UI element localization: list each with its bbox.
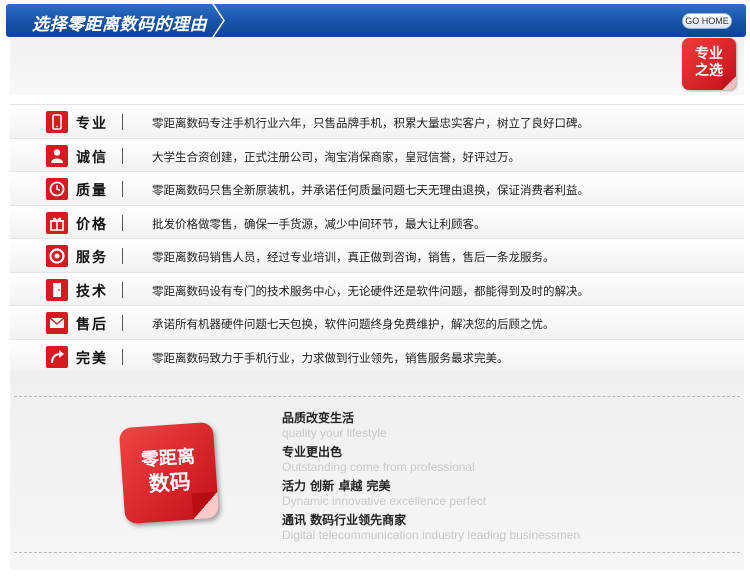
header-chevron-icon	[212, 4, 225, 37]
slogan-cn: 专业更出色	[282, 445, 343, 459]
slogan-cn: 通讯 数码行业领先商家	[282, 513, 407, 527]
reason-desc: 承诺所有机器硬件问题七天包换，软件问题终身免费维护，解决您的后顾之忧。	[152, 317, 555, 331]
reason-label: 质量	[76, 183, 108, 199]
door-icon	[46, 278, 68, 301]
list-item: 技术 零距离数码设有专门的技术服务中心，无论硬件还是软件问题，都能得到及时的解决…	[10, 271, 744, 305]
reason-label: 价格	[76, 216, 108, 233]
reason-desc: 零距离数码销售人员，经过专业培训，真正做到咨询，销售，售后一条龙服务。	[152, 250, 555, 264]
divider	[122, 348, 123, 365]
badge-line1: 专业	[695, 46, 723, 62]
reason-desc: 零距离数码专注手机行业六年，只售品牌手机，积累大量忠实客户，树立了良好口碑。	[152, 116, 589, 130]
brand-logo: 零距离 数码	[118, 421, 220, 525]
header-bar: 选择零距离数码的理由 GO HOME	[6, 4, 746, 37]
page-title: 选择零距离数码的理由	[32, 15, 207, 35]
slogan-item: 品质改变生活 quality your lifestyle	[282, 410, 722, 444]
divider	[122, 214, 123, 231]
clock-icon	[46, 178, 68, 200]
slogan-list: 品质改变生活 quality your lifestyle 专业更出色 Outs…	[282, 410, 722, 546]
gift-icon	[46, 211, 68, 234]
divider	[122, 281, 123, 298]
choice-badge: 专业 之选	[682, 38, 736, 90]
reason-label: 技术	[76, 283, 108, 300]
top-panel	[10, 37, 744, 95]
dashed-divider	[14, 552, 740, 553]
list-item: 质量 零距离数码只售全新原装机，并承诺任何质量问题七天无理由退换，保证消费者利益…	[10, 171, 744, 205]
slogan-en: Digital telecommunication industry leadi…	[282, 528, 581, 542]
divider	[122, 315, 123, 331]
badge-line2: 之选	[695, 63, 723, 79]
slogan-en: quality your lifestyle	[282, 426, 387, 440]
dashed-divider	[14, 396, 740, 397]
list-item: 售后 承诺所有机器硬件问题七天包换，软件问题终身免费维护，解决您的后顾之忧。	[10, 305, 744, 339]
go-home-button[interactable]: GO HOME	[682, 13, 732, 29]
reason-desc: 大学生合资创建，正式注册公司，淘宝消保商家，皇冠信誉，好评过万。	[152, 149, 520, 164]
slogan-cn: 品质改变生活	[282, 411, 355, 425]
mail-icon	[46, 312, 68, 334]
reason-desc: 批发价格做零售，确保一手货源，减少中间环节，最大让利顾客。	[152, 216, 486, 231]
slogan-cn: 活力 创新 卓越 完美	[282, 479, 391, 493]
list-item: 服务 零距离数码销售人员，经过专业培训，真正做到咨询，销售，售后一条龙服务。	[10, 238, 744, 272]
list-item: 诚信 大学生合资创建，正式注册公司，淘宝消保商家，皇冠信誉，好评过万。	[10, 137, 744, 171]
reason-desc: 零距离数码设有专门的技术服务中心，无论硬件还是软件问题，都能得到及时的解决。	[152, 283, 589, 298]
divider	[122, 248, 123, 264]
reasons-list: 专业 零距离数码专注手机行业六年，只售品牌手机，积累大量忠实客户，树立了良好口碑…	[10, 104, 744, 372]
reason-desc: 零距离数码只售全新原装机，并承诺任何质量问题七天无理由退换，保证消费者利益。	[152, 183, 589, 197]
phone-icon	[46, 111, 68, 133]
divider	[122, 114, 123, 130]
slogan-en: Dynamic innovative excellence perfect	[282, 494, 487, 508]
reason-label: 诚信	[76, 149, 108, 166]
list-item: 价格 批发价格做零售，确保一手货源，减少中间环节，最大让利顾客。	[10, 204, 744, 238]
reason-desc: 零距离数码致力于手机行业，力求做到行业领先，销售服务最求完美。	[152, 350, 509, 365]
badge-page-curl	[722, 76, 736, 90]
reason-label: 服务	[76, 250, 108, 266]
lifebuoy-icon	[46, 245, 68, 267]
divider	[122, 147, 123, 164]
reason-label: 专业	[76, 116, 108, 132]
list-item: 完美 零距离数码致力于手机行业，力求做到行业领先，销售服务最求完美。	[10, 338, 744, 372]
reason-label: 售后	[76, 317, 108, 333]
divider	[122, 181, 123, 197]
slogan-item: 通讯 数码行业领先商家 Digital telecommunication in…	[282, 512, 722, 546]
reason-label: 完美	[76, 350, 108, 367]
person-icon	[46, 144, 68, 167]
slogan-en: Outstanding come from professional	[282, 460, 475, 474]
slogan-item: 专业更出色 Outstanding come from professional	[282, 444, 722, 478]
arrow-icon	[46, 345, 68, 368]
slogan-item: 活力 创新 卓越 完美 Dynamic innovative excellenc…	[282, 478, 722, 512]
list-item: 专业 零距离数码专注手机行业六年，只售品牌手机，积累大量忠实客户，树立了良好口碑…	[10, 104, 744, 138]
